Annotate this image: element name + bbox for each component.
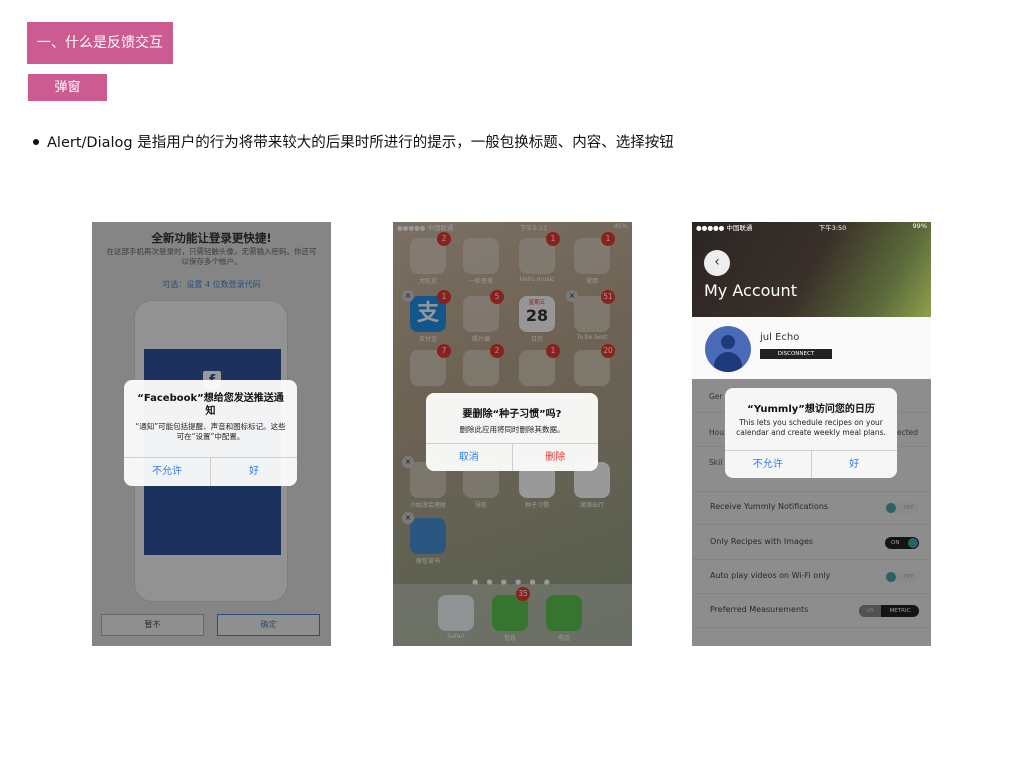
- screenshot-delete-app-alert: ●●●●● 中国联通 下午5:11 45% 大吃货 2 一秒变美 Hello musi…: [393, 222, 632, 646]
- alert-delete-button[interactable]: 删除: [511, 444, 599, 471]
- alert-deny-button[interactable]: 不允许: [725, 451, 811, 478]
- screenshot-facebook-alert: 全新功能让登录更快捷! 在这部手机再次登录时，只需轻触头像，无需输入密码。你还可…: [92, 222, 331, 646]
- alert-buttons: 取消 删除: [426, 443, 598, 471]
- battery-text: 99%: [912, 222, 927, 230]
- alert-message: This lets you schedule recipes on your c…: [736, 418, 886, 437]
- carrier-text: ●●●●● 中国联通: [696, 224, 753, 232]
- alert-message: “通知”可能包括提醒、声音和图标标记。这些可在“设置”中配置。: [135, 422, 286, 441]
- user-name: jul Echo: [760, 332, 800, 343]
- profile-section: jul Echo DISCONNECT: [692, 317, 931, 379]
- calendar-permission-alert: “Yummly”想访问您的日历 This lets you schedule r…: [725, 388, 897, 478]
- delete-app-alert: 要删除“种子习惯”吗? 删除此应用将同时删除其数据。 取消 删除: [426, 393, 598, 471]
- alert-message: 删除此应用将同时删除其数据。: [459, 425, 565, 434]
- alert-title: “Yummly”想访问您的日历: [747, 404, 875, 415]
- back-arrow-icon[interactable]: ‹: [704, 250, 730, 276]
- description-text: Alert/Dialog 是指用户的行为将带来较大的后果时所进行的提示，一般包换…: [47, 135, 674, 151]
- screenshot-yummly-alert: ●●●●● 中国联通 下午3:50 99% ‹ My Account jul E…: [692, 222, 931, 646]
- time-text: 下午3:50: [818, 224, 847, 232]
- status-bar: ●●●●● 中国联通 下午3:50 99%: [692, 222, 931, 232]
- alert-title: 要删除“种子习惯”吗?: [462, 409, 562, 420]
- page-title: My Account: [704, 281, 797, 300]
- alert-allow-button[interactable]: 好: [210, 458, 297, 486]
- disconnect-button[interactable]: DISCONNECT: [760, 349, 832, 359]
- alert-buttons: 不允许 好: [124, 457, 297, 486]
- alert-allow-button[interactable]: 好: [810, 451, 898, 478]
- alert-deny-button[interactable]: 不允许: [124, 458, 210, 486]
- alert-buttons: 不允许 好: [725, 450, 897, 478]
- bullet-dot: [33, 139, 39, 145]
- alert-cancel-button[interactable]: 取消: [426, 444, 512, 471]
- section-title-tag: 一、什么是反馈交互: [27, 22, 173, 64]
- avatar-icon: [705, 326, 751, 372]
- alert-title: “Facebook”想给您发送推送通知: [137, 393, 284, 417]
- account-hero: ●●●●● 中国联通 下午3:50 99% ‹ My Account: [692, 222, 931, 317]
- subsection-title-tag: 弹窗: [28, 74, 107, 101]
- push-permission-alert: “Facebook”想给您发送推送通知 “通知”可能包括提醒、声音和图标标记。这…: [124, 380, 297, 486]
